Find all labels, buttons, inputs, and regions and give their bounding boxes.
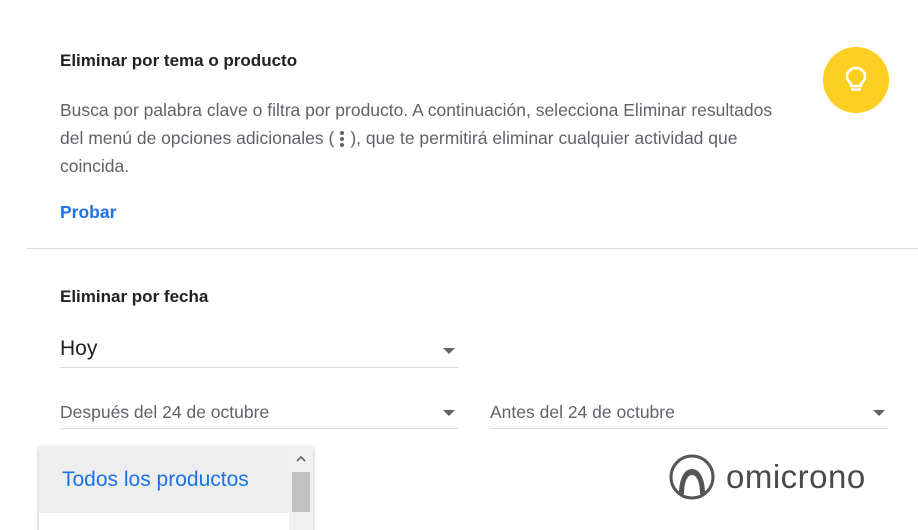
after-date-value: Después del 24 de octubre bbox=[60, 402, 270, 422]
after-date-select[interactable]: Después del 24 de octubre bbox=[60, 398, 458, 429]
more-options-icon bbox=[337, 131, 347, 148]
date-range-select[interactable]: Hoy bbox=[60, 330, 458, 368]
omicrono-logo-icon bbox=[669, 454, 715, 500]
lightbulb-icon bbox=[823, 47, 889, 113]
section-divider bbox=[27, 248, 918, 249]
product-dropdown: Todos los productos bbox=[39, 447, 313, 530]
scrollbar-thumb[interactable] bbox=[292, 472, 310, 512]
dropdown-arrow-icon bbox=[873, 410, 885, 416]
scroll-up-icon[interactable] bbox=[295, 453, 307, 465]
product-option-all[interactable]: Todos los productos bbox=[39, 447, 289, 513]
topic-section-title: Eliminar por tema o producto bbox=[60, 51, 298, 70]
watermark: omicrono bbox=[668, 454, 866, 500]
before-date-value: Antes del 24 de octubre bbox=[490, 402, 675, 422]
before-date-select[interactable]: Antes del 24 de octubre bbox=[490, 398, 888, 429]
dropdown-arrow-icon bbox=[443, 348, 455, 354]
topic-section-description: Busca por palabra clave o filtra por pro… bbox=[60, 96, 800, 180]
date-range-value: Hoy bbox=[60, 337, 98, 360]
dropdown-scrollbar[interactable] bbox=[289, 447, 313, 530]
dropdown-arrow-icon bbox=[443, 410, 455, 416]
watermark-text: omicrono bbox=[726, 458, 866, 495]
date-section-title: Eliminar por fecha bbox=[60, 287, 209, 306]
try-link[interactable]: Probar bbox=[60, 202, 116, 223]
